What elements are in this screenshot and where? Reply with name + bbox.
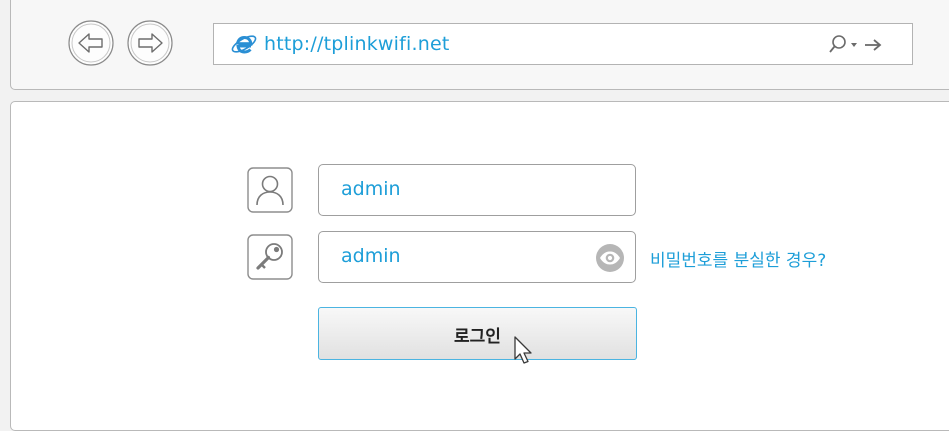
username-input[interactable]: admin [318, 164, 636, 216]
password-value: admin [341, 245, 401, 267]
search-icon[interactable] [829, 35, 846, 53]
username-value: admin [341, 178, 401, 200]
password-input[interactable]: admin [318, 231, 636, 283]
back-button[interactable] [67, 19, 115, 67]
address-bar[interactable]: http://tplinkwifi.net [213, 23, 913, 65]
login-button-label: 로그인 [454, 327, 501, 347]
browser-toolbar: http://tplinkwifi.net [10, 0, 949, 90]
forward-button[interactable] [126, 19, 174, 67]
url-text[interactable]: http://tplinkwifi.net [264, 33, 450, 55]
forward-arrow-icon [127, 20, 173, 66]
go-arrow-icon[interactable] [865, 39, 882, 51]
key-icon [247, 234, 293, 280]
back-arrow-icon [68, 20, 114, 66]
internet-explorer-icon [231, 35, 257, 54]
login-button[interactable]: 로그인 [318, 307, 637, 360]
address-tools [829, 35, 882, 53]
user-icon [247, 167, 293, 213]
eye-icon[interactable] [596, 244, 624, 272]
forgot-password-link[interactable]: 비밀번호를 분실한 경우? [650, 246, 826, 271]
mouse-cursor-icon [514, 336, 532, 364]
dropdown-arrow-icon[interactable] [851, 43, 857, 47]
